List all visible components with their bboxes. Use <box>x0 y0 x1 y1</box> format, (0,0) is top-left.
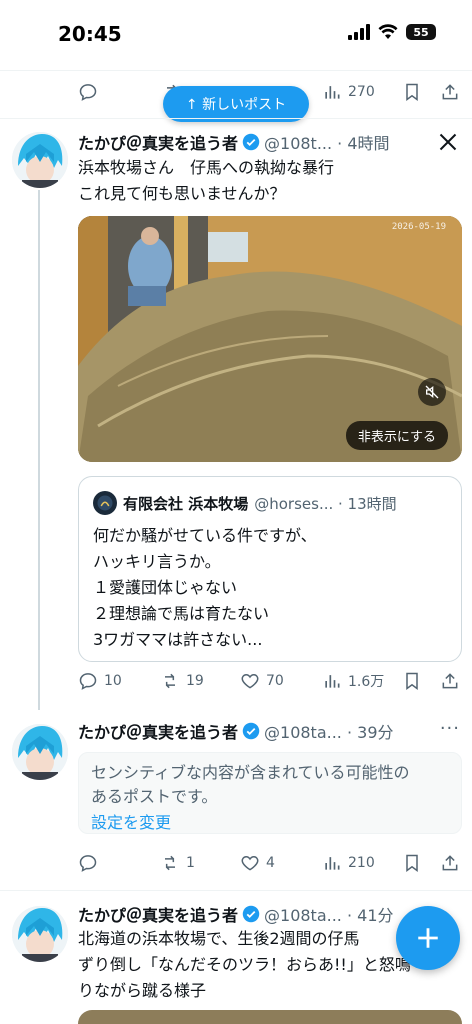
share-icon <box>442 673 458 689</box>
verified-badge-icon <box>242 133 260 151</box>
avatar[interactable] <box>12 906 68 962</box>
repost-button[interactable]: 1 <box>160 853 195 873</box>
bookmark-button[interactable] <box>402 853 422 873</box>
reply-count: 10 <box>104 673 122 689</box>
reply-button[interactable] <box>78 82 98 102</box>
thread-connector-line <box>38 190 40 710</box>
post-header: たかぴ＠真実を追う者 @108ta... · 39分 <box>78 720 394 742</box>
bookmark-icon <box>406 672 418 690</box>
reply-icon <box>79 855 97 872</box>
more-options-icon[interactable]: ··· <box>440 718 460 739</box>
post-text: 浜本牧場さん 仔馬への執拗な暴行 これ見て何も思いませんか？ <box>78 158 335 203</box>
reply-button[interactable] <box>78 853 98 873</box>
views-button[interactable]: 1.6万 <box>322 671 384 691</box>
divider <box>0 118 472 119</box>
post-actions: 10 19 70 1.6万 <box>78 671 458 695</box>
views-count: 210 <box>348 855 375 871</box>
battery-indicator: 55 <box>406 24 436 40</box>
views-count: 1.6万 <box>348 674 385 690</box>
bookmark-icon <box>406 83 418 101</box>
share-icon <box>442 855 458 871</box>
bookmark-icon <box>406 854 418 872</box>
reply-button[interactable]: 10 <box>78 671 122 691</box>
avatar[interactable] <box>12 724 68 780</box>
bookmark-button[interactable] <box>402 82 422 102</box>
sensitive-content-notice: センシティブな内容が含まれている可能性の あるポストです。 設定を変更 <box>78 752 462 834</box>
change-settings-link[interactable]: 設定を変更 <box>91 809 171 833</box>
video-timestamp-overlay: 2026-05-19 <box>391 222 446 232</box>
compose-post-button[interactable] <box>396 906 460 970</box>
like-button[interactable]: 70 <box>240 671 284 691</box>
like-count: 70 <box>266 673 284 689</box>
speaker-muted-icon <box>425 385 439 399</box>
cellular-signal-icon <box>348 24 370 40</box>
display-name[interactable]: たかぴ＠真実を追う者 <box>78 130 238 154</box>
divider <box>0 70 472 71</box>
handle-and-time: @108t... · 4時間 <box>264 134 390 153</box>
avatar[interactable] <box>12 132 68 188</box>
quoted-display-name: 有限会社 浜本牧場 <box>123 494 249 513</box>
repost-count: 19 <box>186 673 204 689</box>
like-count: 4 <box>266 855 275 871</box>
share-icon <box>442 84 458 100</box>
display-name[interactable]: たかぴ＠真実を追う者 <box>78 719 238 743</box>
like-icon <box>241 855 259 871</box>
new-posts-label: ↑ 新しいポスト <box>185 97 287 113</box>
bookmark-button[interactable] <box>402 671 422 691</box>
views-icon <box>325 857 340 870</box>
views-count: 270 <box>348 84 375 100</box>
hide-media-button[interactable]: 非表示にする <box>345 421 448 450</box>
sensitive-content-text: センシティブな内容が含まれている可能性の あるポストです。 <box>91 763 410 806</box>
quoted-post[interactable]: 有限会社 浜本牧場 @horses... · 13時間 何だか騒がせている件です… <box>78 476 462 662</box>
mute-button[interactable] <box>418 378 446 406</box>
handle-and-time: @108ta... · 41分 <box>264 906 394 925</box>
share-button[interactable] <box>440 853 460 873</box>
views-icon <box>325 86 340 99</box>
repost-count: 1 <box>186 855 195 871</box>
views-button[interactable]: 270 <box>322 82 375 102</box>
views-button[interactable]: 210 <box>322 853 375 873</box>
repost-icon <box>165 673 175 689</box>
post-text: 北海道の浜本牧場で、生後2週間の仔馬 ずり倒し「なんだそのツラ！おらあ!!」と怒… <box>78 929 411 1000</box>
post-video-preview[interactable] <box>78 1010 462 1024</box>
views-icon <box>325 675 340 688</box>
status-time: 20:45 <box>58 22 122 46</box>
like-button[interactable]: 4 <box>240 853 275 873</box>
share-button[interactable] <box>440 82 460 102</box>
quoted-post-header: 有限会社 浜本牧場 @horses... · 13時間 <box>93 491 397 515</box>
handle-and-time: @108ta... · 39分 <box>264 723 394 742</box>
verified-badge-icon <box>242 722 260 740</box>
wifi-icon <box>378 24 398 39</box>
post-header: たかぴ＠真実を追う者 @108ta... · 41分 <box>78 903 394 925</box>
quoted-post-text: 何だか騒がせている件ですが、 ハッキリ言うか。 １愛護団体じゃない ２理想論で馬… <box>93 526 317 649</box>
post-header: たかぴ＠真実を追う者 @108t... · 4時間 <box>78 131 390 153</box>
share-button[interactable] <box>440 671 460 691</box>
reply-icon <box>79 84 97 101</box>
reply-icon <box>79 673 97 690</box>
verified-badge-icon <box>242 905 260 923</box>
grok-x-icon[interactable] <box>438 132 458 152</box>
like-icon <box>241 673 259 689</box>
divider <box>0 890 472 891</box>
quoted-handle-and-time: @horses... · 13時間 <box>254 494 397 513</box>
compose-plus-icon <box>418 928 438 948</box>
status-icons: 55 <box>348 24 436 40</box>
repost-icon <box>165 855 175 871</box>
quoted-avatar <box>93 491 117 515</box>
post-actions: 1 4 210 <box>78 853 458 877</box>
post-video[interactable]: 2026-05-19 非表示にする <box>78 216 462 462</box>
status-bar: 20:45 55 <box>0 0 472 70</box>
new-posts-button[interactable]: ↑ 新しいポスト <box>163 86 309 122</box>
repost-button[interactable]: 19 <box>160 671 204 691</box>
display-name[interactable]: たかぴ＠真実を追う者 <box>78 902 238 926</box>
